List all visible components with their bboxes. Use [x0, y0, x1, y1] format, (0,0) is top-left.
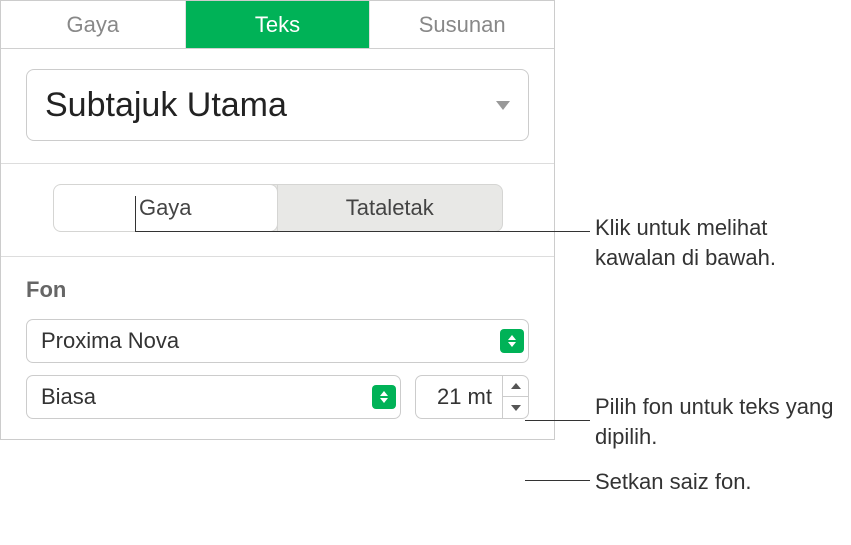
format-inspector-panel: Gaya Teks Susunan Subtajuk Utama Gaya Ta… — [0, 0, 555, 440]
style-layout-segment: Gaya Tataletak — [53, 184, 503, 232]
font-size-input[interactable] — [416, 384, 502, 410]
annotations: Klik untuk melihat kawalan di bawah. Pil… — [555, 0, 851, 545]
callout-controls: Klik untuk melihat kawalan di bawah. — [595, 213, 851, 272]
callout-leader — [525, 480, 590, 481]
font-family-dropdown[interactable]: Proxima Nova — [26, 319, 529, 363]
updown-icon — [372, 385, 396, 409]
stepper-down[interactable] — [503, 397, 528, 419]
divider — [1, 163, 554, 164]
updown-icon — [500, 329, 524, 353]
paragraph-style-dropdown[interactable]: Subtajuk Utama — [26, 69, 529, 141]
segment-layout[interactable]: Tataletak — [278, 185, 502, 231]
callout-leader — [135, 196, 136, 231]
top-tabs: Gaya Teks Susunan — [1, 1, 554, 49]
chevron-down-icon — [511, 405, 521, 411]
chevron-down-icon — [496, 101, 510, 110]
callout-leader — [135, 231, 590, 232]
font-section-label: Fon — [26, 277, 529, 303]
stepper-up[interactable] — [503, 375, 528, 397]
tab-text[interactable]: Teks — [186, 1, 371, 48]
paragraph-style-label: Subtajuk Utama — [45, 86, 287, 125]
font-size-stepper — [502, 375, 528, 419]
font-weight-value: Biasa — [41, 384, 96, 410]
callout-font-family: Pilih fon untuk teks yang dipilih. — [595, 392, 851, 451]
divider — [1, 256, 554, 257]
callout-font-size: Setkan saiz fon. — [595, 467, 752, 497]
tab-style[interactable]: Gaya — [1, 1, 186, 48]
font-size-control — [415, 375, 529, 419]
callout-leader — [525, 420, 590, 421]
font-weight-dropdown[interactable]: Biasa — [26, 375, 401, 419]
chevron-up-icon — [511, 383, 521, 389]
tab-arrange[interactable]: Susunan — [370, 1, 554, 48]
font-family-value: Proxima Nova — [41, 328, 179, 354]
segment-style[interactable]: Gaya — [53, 184, 279, 232]
